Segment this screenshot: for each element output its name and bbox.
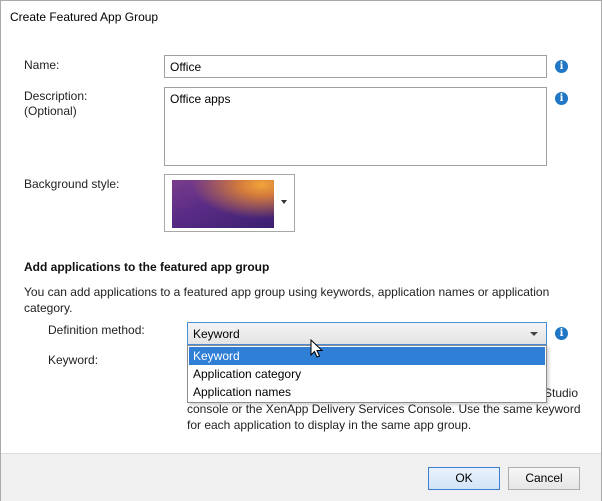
dropdown-option-keyword[interactable]: Keyword xyxy=(189,347,545,365)
create-featured-app-group-dialog: Create Featured App Group Name: Office i… xyxy=(0,0,602,501)
description-label: Description: xyxy=(24,89,88,103)
name-label: Name: xyxy=(24,58,60,72)
title-bar[interactable]: Create Featured App Group xyxy=(1,1,601,34)
mouse-cursor-icon xyxy=(310,339,324,358)
name-info-icon[interactable]: i xyxy=(555,60,568,73)
definition-method-value: Keyword xyxy=(193,327,240,341)
chevron-down-icon xyxy=(281,200,287,204)
description-input-value: Office apps xyxy=(170,92,231,106)
ok-button[interactable]: OK xyxy=(428,467,500,490)
dropdown-option-application-category[interactable]: Application category xyxy=(189,365,545,383)
description-info-icon[interactable]: i xyxy=(555,92,568,105)
definition-method-dropdown: Keyword Application category Application… xyxy=(187,345,547,403)
dropdown-option-application-names[interactable]: Application names xyxy=(189,383,545,401)
background-style-label: Background style: xyxy=(24,177,120,191)
name-input[interactable]: Office xyxy=(164,55,547,78)
cancel-button[interactable]: Cancel xyxy=(508,467,580,490)
chevron-down-icon xyxy=(530,332,538,336)
hint-line-2: console or the XenApp Delivery Services … xyxy=(187,402,581,416)
keyword-label: Keyword: xyxy=(48,353,99,367)
description-optional-label: (Optional) xyxy=(24,104,77,118)
background-swatch xyxy=(172,180,274,228)
definition-method-select[interactable]: Keyword xyxy=(187,322,547,345)
definition-info-icon[interactable]: i xyxy=(555,327,568,340)
hint-line-3: for each application to display in the s… xyxy=(187,418,472,432)
description-input[interactable]: Office apps xyxy=(164,87,547,166)
definition-method-label: Definition method: xyxy=(48,323,145,337)
dialog-footer: OK Cancel xyxy=(1,453,601,501)
name-input-value: Office xyxy=(170,60,202,74)
background-style-picker[interactable] xyxy=(164,174,295,232)
section-description: You can add applications to a featured a… xyxy=(24,285,550,315)
section-heading: Add applications to the featured app gro… xyxy=(24,260,270,274)
dialog-title: Create Featured App Group xyxy=(10,10,159,24)
